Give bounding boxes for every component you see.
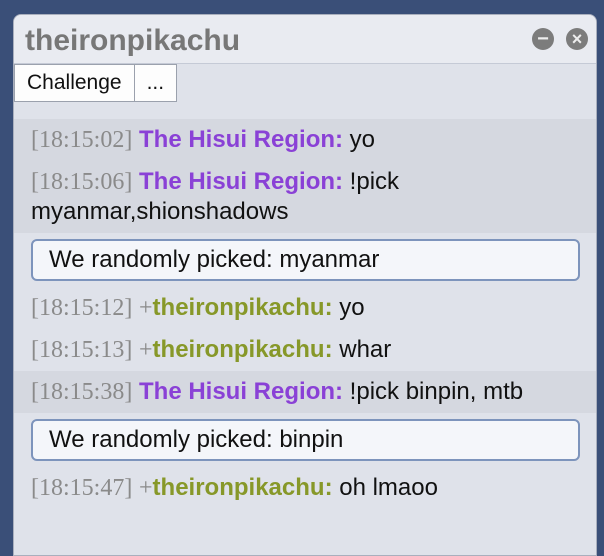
chat-log[interactable]: [18:15:02] The Hisui Region: yo [18:15:0…	[14, 119, 596, 509]
message-username[interactable]: The Hisui Region:	[139, 378, 343, 405]
window-title: theironpikachu	[25, 24, 241, 57]
chat-message: [18:15:06] The Hisui Region: !pick myanm…	[14, 161, 596, 233]
message-username[interactable]: The Hisui Region:	[139, 168, 343, 195]
notice-row: We randomly picked: binpin	[14, 413, 596, 467]
message-timestamp: [18:15:38]	[31, 379, 133, 405]
close-icon[interactable]: ×	[566, 28, 588, 50]
message-username[interactable]: The Hisui Region:	[139, 126, 343, 153]
chat-message: [18:15:02] The Hisui Region: yo	[14, 119, 596, 161]
message-text: !pick binpin, mtb	[349, 378, 524, 405]
window-titlebar[interactable]: theironpikachu − ×	[14, 15, 596, 64]
notice-row: We randomly picked: myanmar	[14, 233, 596, 287]
message-timestamp: [18:15:47]	[31, 475, 133, 501]
chat-message: [18:15:38] The Hisui Region: !pick binpi…	[14, 371, 596, 413]
chat-message: [18:15:13] +theironpikachu: whar	[14, 329, 596, 371]
random-pick-notice: We randomly picked: binpin	[31, 419, 580, 461]
message-username[interactable]: theironpikachu:	[153, 294, 333, 321]
minimize-icon[interactable]: −	[532, 28, 554, 50]
message-timestamp: [18:15:06]	[31, 169, 133, 195]
random-pick-notice: We randomly picked: myanmar	[31, 239, 580, 281]
message-rank: +	[139, 337, 153, 363]
message-text: yo	[339, 294, 365, 321]
chat-window: theironpikachu − × Challenge ... [18:15:…	[13, 14, 597, 556]
message-username[interactable]: theironpikachu:	[153, 474, 333, 501]
message-text: yo	[349, 126, 376, 153]
message-timestamp: [18:15:02]	[31, 127, 133, 153]
message-rank: +	[139, 475, 153, 501]
toolbar: Challenge ...	[14, 64, 178, 102]
message-text: whar	[339, 336, 392, 363]
chat-message: [18:15:12] +theironpikachu: yo	[14, 287, 596, 329]
challenge-button[interactable]: Challenge	[14, 64, 135, 102]
more-options-button[interactable]: ...	[134, 64, 178, 102]
message-username[interactable]: theironpikachu:	[153, 336, 333, 363]
message-timestamp: [18:15:13]	[31, 337, 133, 363]
message-timestamp: [18:15:12]	[31, 295, 133, 321]
message-text: oh lmaoo	[339, 474, 438, 501]
message-rank: +	[139, 295, 153, 321]
chat-message: [18:15:47] +theironpikachu: oh lmaoo	[14, 467, 596, 509]
